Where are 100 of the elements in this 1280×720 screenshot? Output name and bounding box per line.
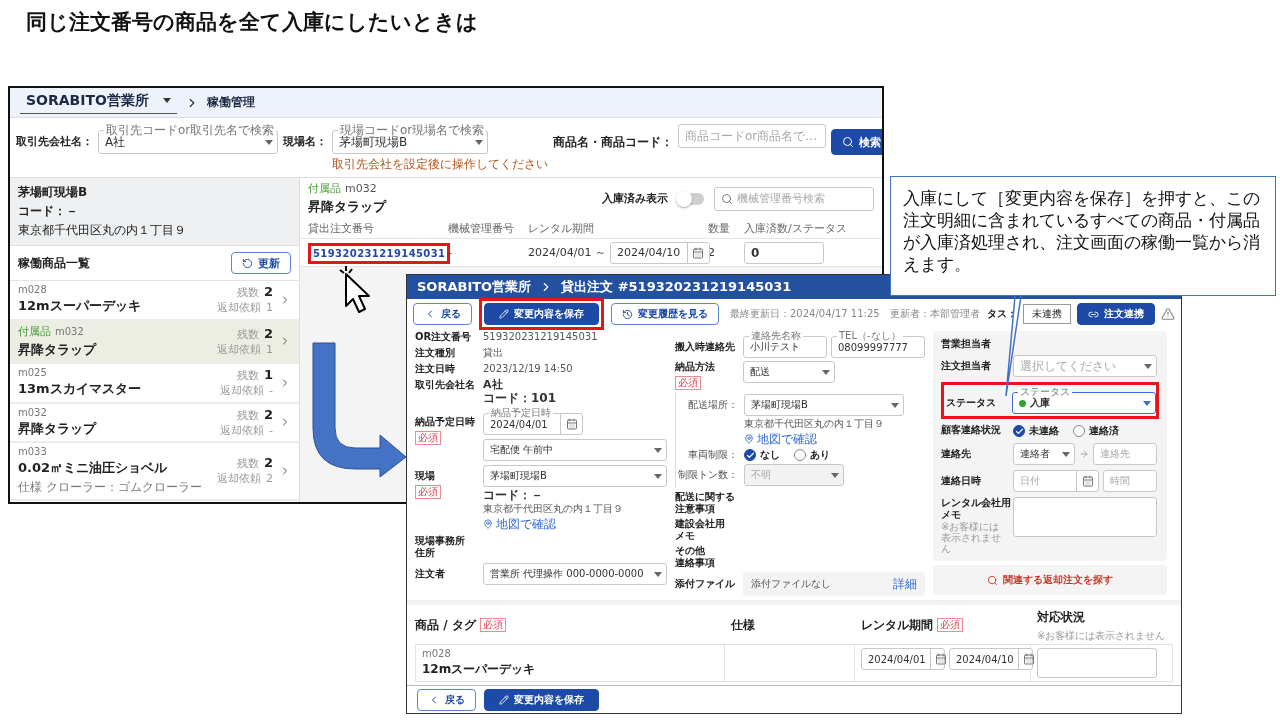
radio-button[interactable] — [1013, 425, 1025, 437]
field-label: レンタル会社用 — [941, 497, 1011, 509]
pin-icon — [483, 519, 493, 529]
history-button[interactable]: 変更履歴を見る — [611, 303, 719, 325]
delivery-method-select[interactable]: 配送 — [743, 361, 835, 383]
office-select[interactable]: SORABITO営業所 — [20, 91, 177, 114]
toggle-switch[interactable] — [676, 190, 706, 207]
field-value: 2023/12/19 14:50 — [483, 363, 574, 375]
status-dot — [1019, 399, 1026, 407]
date-field[interactable]: 2024/04/01 — [861, 648, 945, 670]
count-value: 2 — [263, 455, 273, 471]
contact-person-select[interactable]: 連絡者 — [1013, 443, 1075, 465]
radio-label: なし — [760, 448, 780, 462]
item-code: m033 — [18, 446, 47, 457]
count-label: 残数 — [236, 368, 259, 384]
company-code: コード：101 — [483, 392, 557, 404]
details-link[interactable]: 詳細 — [893, 577, 917, 591]
refresh-icon — [242, 257, 253, 269]
field-label: 注文日時 — [415, 363, 455, 375]
field-label: 納品予定日時 — [489, 408, 553, 418]
field-label: 搬入時連絡先 — [675, 341, 735, 353]
last-updated-text: 最終更新日：2024/04/17 11:25 更新者：本部管理者 — [730, 307, 980, 321]
column-header: 仕様 — [731, 616, 755, 634]
office-name: SORABITO営業所 — [417, 278, 532, 296]
item-code: m032 — [345, 182, 377, 195]
field-label: 車両制限： — [687, 448, 738, 462]
order-link-button[interactable]: 注文連携 — [1077, 303, 1155, 325]
save-button[interactable]: 変更内容を保存 — [484, 688, 599, 711]
back-button[interactable]: 戻る — [413, 303, 472, 325]
caret-icon — [1062, 451, 1070, 457]
order-number-link[interactable]: 519320231219145031 — [313, 247, 446, 259]
radio-button[interactable] — [1073, 425, 1085, 437]
field-label: OR注文番号 — [415, 331, 472, 343]
item-code: m032 — [18, 406, 47, 418]
map-link[interactable]: 地図で確認 — [744, 432, 925, 446]
save-button[interactable]: 変更内容を保存 — [484, 303, 599, 325]
column-header: レンタル期間 — [528, 221, 595, 236]
delivery-place-select[interactable]: 茅場町現場B — [744, 394, 904, 416]
column-header: 機械管理番号 — [448, 221, 515, 236]
column-header: レンタル期間 — [861, 616, 933, 634]
map-link[interactable]: 地図で確認 — [483, 517, 556, 531]
required-badge: 必須 — [415, 431, 441, 445]
table-cell-text: - — [448, 246, 453, 259]
count-label: 返却依頼 — [217, 300, 261, 316]
item-code: m032 — [55, 325, 84, 337]
back-button[interactable]: 戻る — [417, 688, 476, 711]
time-select[interactable]: 宅配便 午前中 — [483, 439, 667, 461]
refresh-button[interactable]: 更新 — [231, 252, 291, 274]
field-label: 取引先会社名 — [415, 379, 475, 391]
required-badge: 必須 — [479, 618, 506, 632]
column-header: 対応状況 — [1037, 609, 1085, 626]
field-label: メモ — [675, 530, 695, 542]
field-value: 貸出 — [483, 347, 504, 359]
count-value: 2 — [266, 472, 273, 486]
count-label: 返却依頼 — [217, 471, 261, 487]
field-label: その他 — [675, 545, 705, 557]
search-button[interactable]: 検索 — [831, 129, 882, 155]
list-title: 稼働商品一覧 — [18, 254, 90, 272]
attachment-text: 添付ファイルなし — [751, 578, 831, 590]
memo-field[interactable] — [1037, 648, 1157, 678]
radio-button[interactable] — [794, 449, 806, 461]
site-address: 東京都千代田区丸の内１丁目９ — [483, 503, 623, 515]
caret-icon — [822, 369, 830, 375]
field-label: 連絡日時 — [941, 475, 981, 487]
pencil-icon — [499, 694, 509, 705]
callout: 入庫にして［変更内容を保存］を押すと、この注文明細に含まれているすべての商品・付属品が入庫済処理され、注文画面の稼働一覧から消えます。 — [890, 176, 1276, 296]
site-code: コード：－ — [18, 203, 79, 220]
site-address: 東京都千代田区丸の内１丁目９ — [18, 222, 187, 239]
item-code: m025 — [18, 367, 47, 378]
radio-label: あり — [810, 448, 830, 462]
item-spec: 仕様 クローラー：ゴムクローラー — [18, 478, 202, 496]
count-label: 残数 — [236, 326, 259, 342]
date-field[interactable]: 2024/04/10 — [609, 241, 710, 264]
field-label: 添付ファイル — [675, 578, 735, 590]
memo-field[interactable] — [1013, 497, 1157, 537]
date-field[interactable]: 2024/04/10 — [949, 648, 1033, 670]
field-label: 納品予定日時 — [415, 416, 475, 428]
required-badge: 必須 — [937, 618, 963, 632]
product-list-item[interactable]: 付属品 m032 昇降タラップ 残数 2 返却依頼 1 — [10, 320, 299, 364]
note-text: ※お客様には表示されません — [941, 521, 1002, 554]
required-badge: 必須 — [675, 376, 701, 390]
orderer-select[interactable]: 営業所 代理操作 000-0000-0000 — [483, 563, 667, 585]
site-select[interactable]: 茅場町現場B — [483, 465, 667, 487]
item-tag: 付属品 — [18, 323, 51, 339]
field-label: 現場コードor現場名で検索 — [338, 124, 487, 136]
caret-icon — [162, 98, 171, 103]
count-value: - — [269, 384, 273, 398]
quantity-field[interactable]: 0 — [744, 241, 824, 264]
radio-button[interactable] — [744, 449, 756, 461]
item-name: 昇降タラップ — [18, 419, 98, 438]
count-value: 1 — [263, 367, 273, 383]
field-label: 住所 — [415, 547, 435, 559]
column-header: 入庫済数/ステータス — [744, 221, 848, 236]
item-name: 13mスカイマスター — [18, 380, 142, 398]
filter-label: 取引先会社名： — [16, 134, 93, 150]
related-orders-button[interactable]: 関連する返却注文を探す — [933, 565, 1167, 595]
count-label: 返却依頼 — [220, 383, 264, 399]
item-name: 12mスーパーデッキ — [422, 661, 537, 678]
field-label: 配送場所： — [687, 398, 738, 412]
field-label: 連絡事項 — [675, 557, 715, 569]
